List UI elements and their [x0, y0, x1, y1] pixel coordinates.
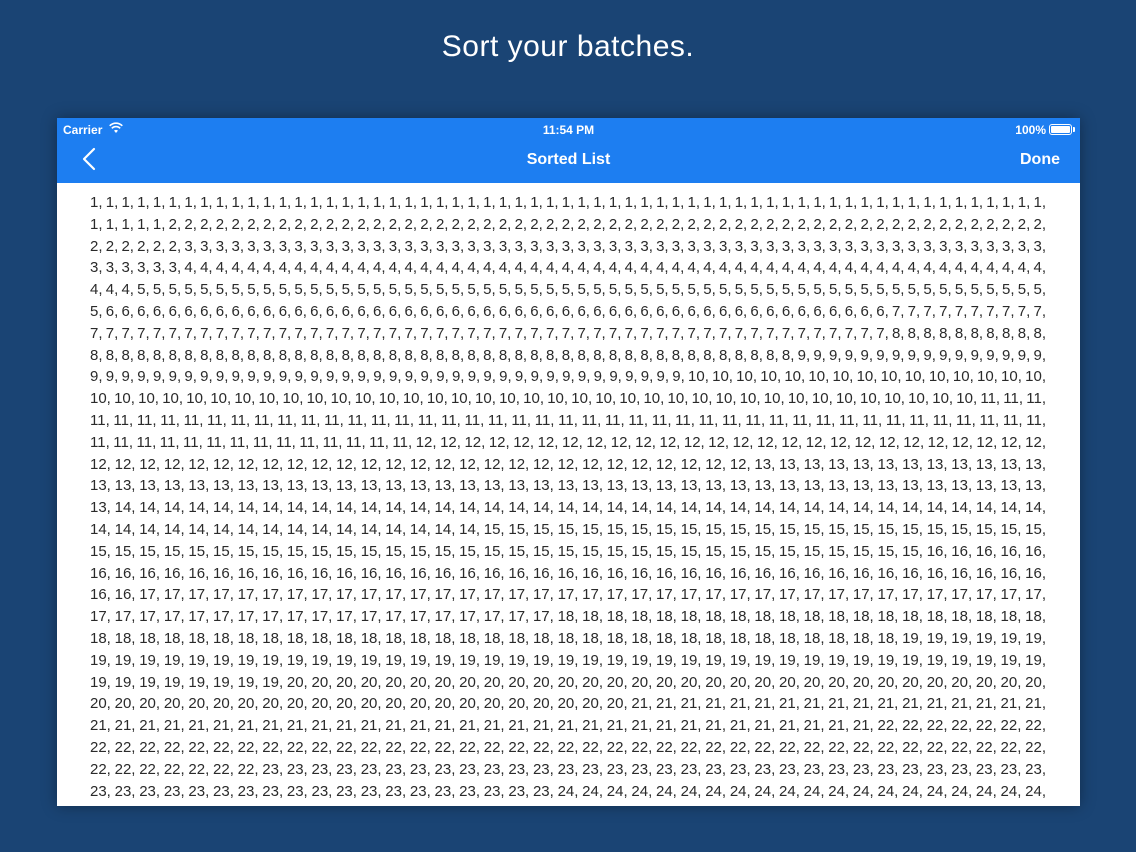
device-screen: Carrier 11:54 PM 100% Sorted List Done 1…: [57, 118, 1080, 806]
status-time: 11:54 PM: [542, 123, 595, 137]
done-button[interactable]: Done: [1020, 151, 1060, 169]
battery-icon: [1049, 124, 1075, 135]
status-bar: Carrier 11:54 PM 100%: [57, 118, 1080, 140]
screenshot-caption: Sort your batches.: [441, 30, 695, 63]
sorted-values-text: 1, 1, 1, 1, 1, 1, 1, 1, 1, 1, 1, 1, 1, 1…: [90, 194, 1046, 806]
nav-title: Sorted List: [526, 151, 611, 168]
navigation-bar: Carrier 11:54 PM 100% Sorted List Done: [57, 118, 1080, 183]
sorted-list-view[interactable]: 1, 1, 1, 1, 1, 1, 1, 1, 1, 1, 1, 1, 1, 1…: [57, 183, 1080, 806]
chevron-left-icon[interactable]: [77, 146, 105, 174]
battery-percentage: 100%: [1015, 123, 1046, 137]
